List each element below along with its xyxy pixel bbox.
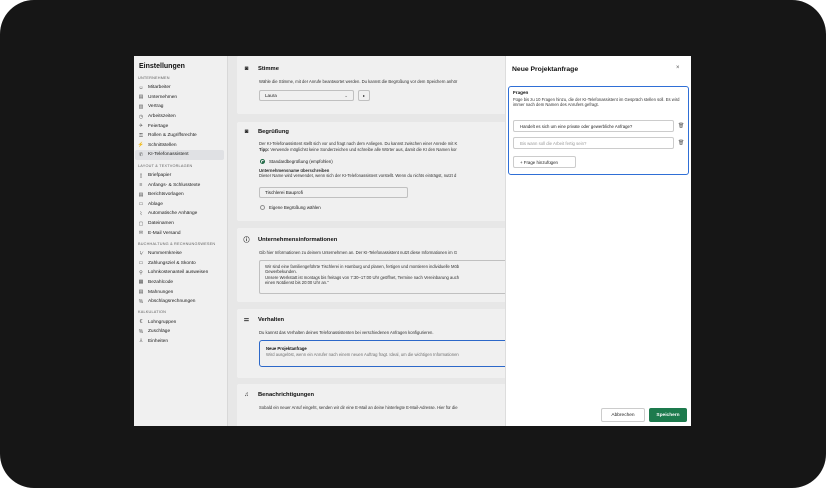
panel-title: Neue Projektanfrage [512, 66, 579, 73]
question-1-value: Handelt es sich um eine private oder gew… [520, 123, 633, 129]
add-question-button[interactable]: + Frage hinzufügen [513, 156, 576, 168]
questions-box: Fragen Füge bis zu 10 Fragen hinzu, die … [508, 86, 689, 175]
save-button[interactable]: Speichern [649, 408, 687, 422]
trash-icon[interactable]: 🗑 [678, 140, 684, 146]
cancel-button[interactable]: Abbrechen [601, 408, 645, 422]
new-project-request-panel: Neue Projektanfrage × Fragen Füge bis zu… [505, 56, 691, 426]
add-question-label: + Frage hinzufügen [520, 159, 558, 165]
question-input-2[interactable]: Bis wann soll die Arbeit fertig sein? [513, 137, 674, 149]
questions-help-text: Füge bis zu 10 Fragen hinzu, die der KI-… [513, 97, 680, 108]
question-input-1[interactable]: Handelt es sich um eine private oder gew… [513, 120, 674, 132]
app-window: Einstellungen Unternehmen ☺ Mitarbeiter ▤… [134, 56, 691, 426]
trash-icon[interactable]: 🗑 [678, 123, 684, 129]
questions-label: Fragen [513, 90, 529, 95]
question-2-placeholder: Bis wann soll die Arbeit fertig sein? [520, 140, 587, 146]
close-icon[interactable]: × [676, 65, 680, 71]
